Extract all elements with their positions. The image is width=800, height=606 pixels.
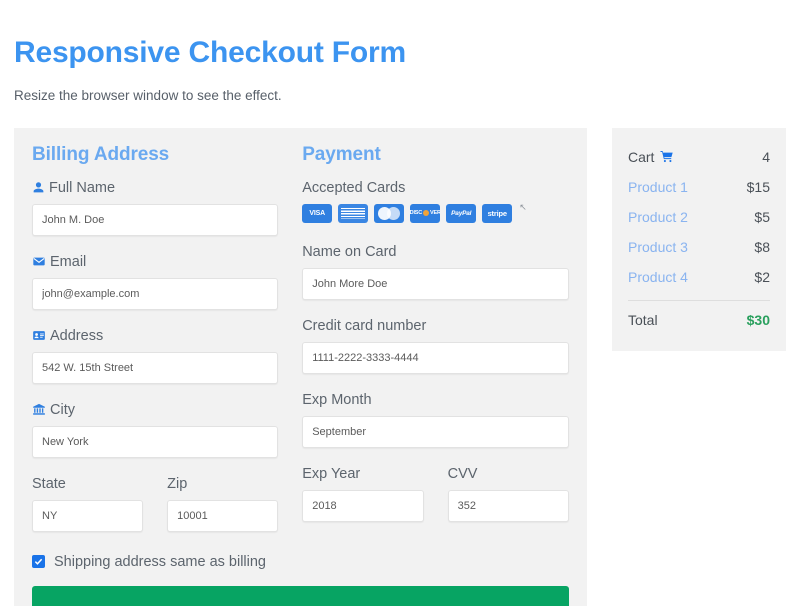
- name-on-card-label-text: Name on Card: [302, 243, 397, 260]
- page-subtitle: Resize the browser window to see the eff…: [14, 87, 282, 103]
- payment-column: Payment Accepted Cards VISA DISC VER Pay…: [302, 143, 570, 570]
- page-title: Responsive Checkout Form: [14, 36, 406, 69]
- continue-to-checkout-button[interactable]: [32, 585, 569, 606]
- cart-title: Cart: [628, 148, 655, 165]
- cart-item-price: $8: [754, 238, 770, 255]
- address-input[interactable]: [32, 351, 279, 384]
- cart-item-name[interactable]: Product 4: [628, 269, 688, 285]
- shopping-cart-icon: [660, 150, 674, 163]
- shipping-same-as-billing-row[interactable]: Shipping address same as billing: [32, 554, 278, 570]
- exp-month-label-text: Exp Month: [302, 391, 372, 408]
- full-name-input[interactable]: [32, 203, 279, 236]
- exp-year-label: Exp Year: [302, 466, 423, 482]
- paypal-card-icon: PayPal: [446, 203, 477, 223]
- cart-item-price: $15: [746, 178, 770, 195]
- state-field-group: State: [32, 458, 144, 532]
- credit-card-number-label: Credit card number: [302, 318, 569, 334]
- name-on-card-label: Name on Card: [302, 244, 569, 260]
- envelope-icon: [32, 255, 46, 268]
- accepted-cards-row: VISA DISC VER PayPal stripe ↖: [302, 201, 569, 226]
- cvv-label: CVV: [448, 466, 569, 482]
- zip-label: Zip: [167, 476, 278, 492]
- mastercard-card-icon: [374, 203, 405, 223]
- cart-total-label: Total: [628, 311, 658, 328]
- cards-tick-mark: ↖: [519, 201, 527, 212]
- cvv-input[interactable]: [447, 489, 570, 522]
- stripe-card-icon: stripe: [482, 203, 513, 223]
- billing-address-heading: Billing Address: [32, 143, 170, 165]
- cart-item-name[interactable]: Product 1: [628, 179, 688, 195]
- accepted-cards-label: Accepted Cards: [302, 180, 569, 196]
- state-label-text: State: [32, 475, 66, 492]
- exp-year-cvv-row: Exp Year CVV: [302, 448, 570, 522]
- state-label: State: [32, 476, 143, 492]
- email-label-text: Email: [50, 253, 87, 270]
- accepted-cards-label-text: Accepted Cards: [302, 179, 406, 196]
- content-layout: Billing Address Full Name Email: [14, 127, 786, 606]
- state-zip-row: State Zip: [32, 458, 279, 532]
- cart-item-price: $2: [754, 268, 770, 285]
- cart-header-row: Cart 4: [628, 142, 770, 172]
- full-name-label: Full Name: [32, 180, 278, 196]
- cart-count: 4: [762, 148, 770, 165]
- address-label-text: Address: [50, 327, 104, 344]
- form-columns: Billing Address Full Name Email: [32, 143, 570, 570]
- cart-item-name[interactable]: Product 2: [628, 209, 688, 225]
- cart-title-group: Cart: [628, 149, 674, 165]
- user-icon: [32, 181, 45, 194]
- amex-card-icon: [338, 203, 369, 223]
- full-name-label-text: Full Name: [49, 179, 116, 196]
- cart-item-row[interactable]: Product 1 $15: [628, 172, 770, 202]
- visa-card-icon: VISA: [302, 203, 333, 223]
- cart-item-name[interactable]: Product 3: [628, 239, 688, 255]
- address-card-icon: [32, 329, 46, 342]
- cart-item-row[interactable]: Product 4 $2: [628, 262, 770, 292]
- state-input[interactable]: [32, 499, 144, 532]
- exp-year-label-text: Exp Year: [302, 465, 361, 482]
- exp-month-input[interactable]: [302, 415, 569, 448]
- cart-total-row: Total $30: [628, 305, 770, 335]
- email-label: Email: [32, 254, 278, 270]
- cart-panel: Cart 4 Product 1 $15 Product 2 $5 Produc…: [612, 127, 786, 351]
- city-label-text: City: [50, 401, 75, 418]
- zip-label-text: Zip: [167, 475, 188, 492]
- city-input[interactable]: [32, 425, 279, 458]
- name-on-card-input[interactable]: [302, 267, 569, 300]
- exp-year-field-group: Exp Year: [302, 448, 424, 522]
- exp-month-label: Exp Month: [302, 392, 569, 408]
- credit-card-number-label-text: Credit card number: [302, 317, 427, 334]
- checkout-page: Responsive Checkout Form Resize the brow…: [0, 0, 800, 606]
- checkout-form-panel: Billing Address Full Name Email: [14, 127, 587, 606]
- billing-address-column: Billing Address Full Name Email: [32, 144, 302, 570]
- zip-input[interactable]: [167, 499, 279, 532]
- discover-card-icon: DISC VER: [410, 203, 441, 223]
- bank-icon: [32, 403, 46, 416]
- cvv-label-text: CVV: [447, 465, 478, 482]
- cvv-field-group: CVV: [447, 448, 570, 522]
- credit-card-number-input[interactable]: [302, 341, 569, 374]
- cart-item-price: $5: [754, 208, 770, 225]
- cart-item-row[interactable]: Product 2 $5: [628, 202, 770, 232]
- cart-divider: [628, 299, 770, 301]
- zip-field-group: Zip: [167, 458, 279, 532]
- shipping-same-label: Shipping address same as billing: [54, 553, 266, 570]
- cart-total-value: $30: [746, 311, 770, 328]
- city-label: City: [32, 402, 278, 418]
- payment-heading: Payment: [302, 143, 381, 165]
- cart-item-row[interactable]: Product 3 $8: [628, 232, 770, 262]
- address-label: Address: [32, 328, 278, 344]
- email-input[interactable]: [32, 277, 279, 310]
- exp-year-input[interactable]: [302, 489, 424, 522]
- shipping-same-checkbox[interactable]: [32, 555, 45, 568]
